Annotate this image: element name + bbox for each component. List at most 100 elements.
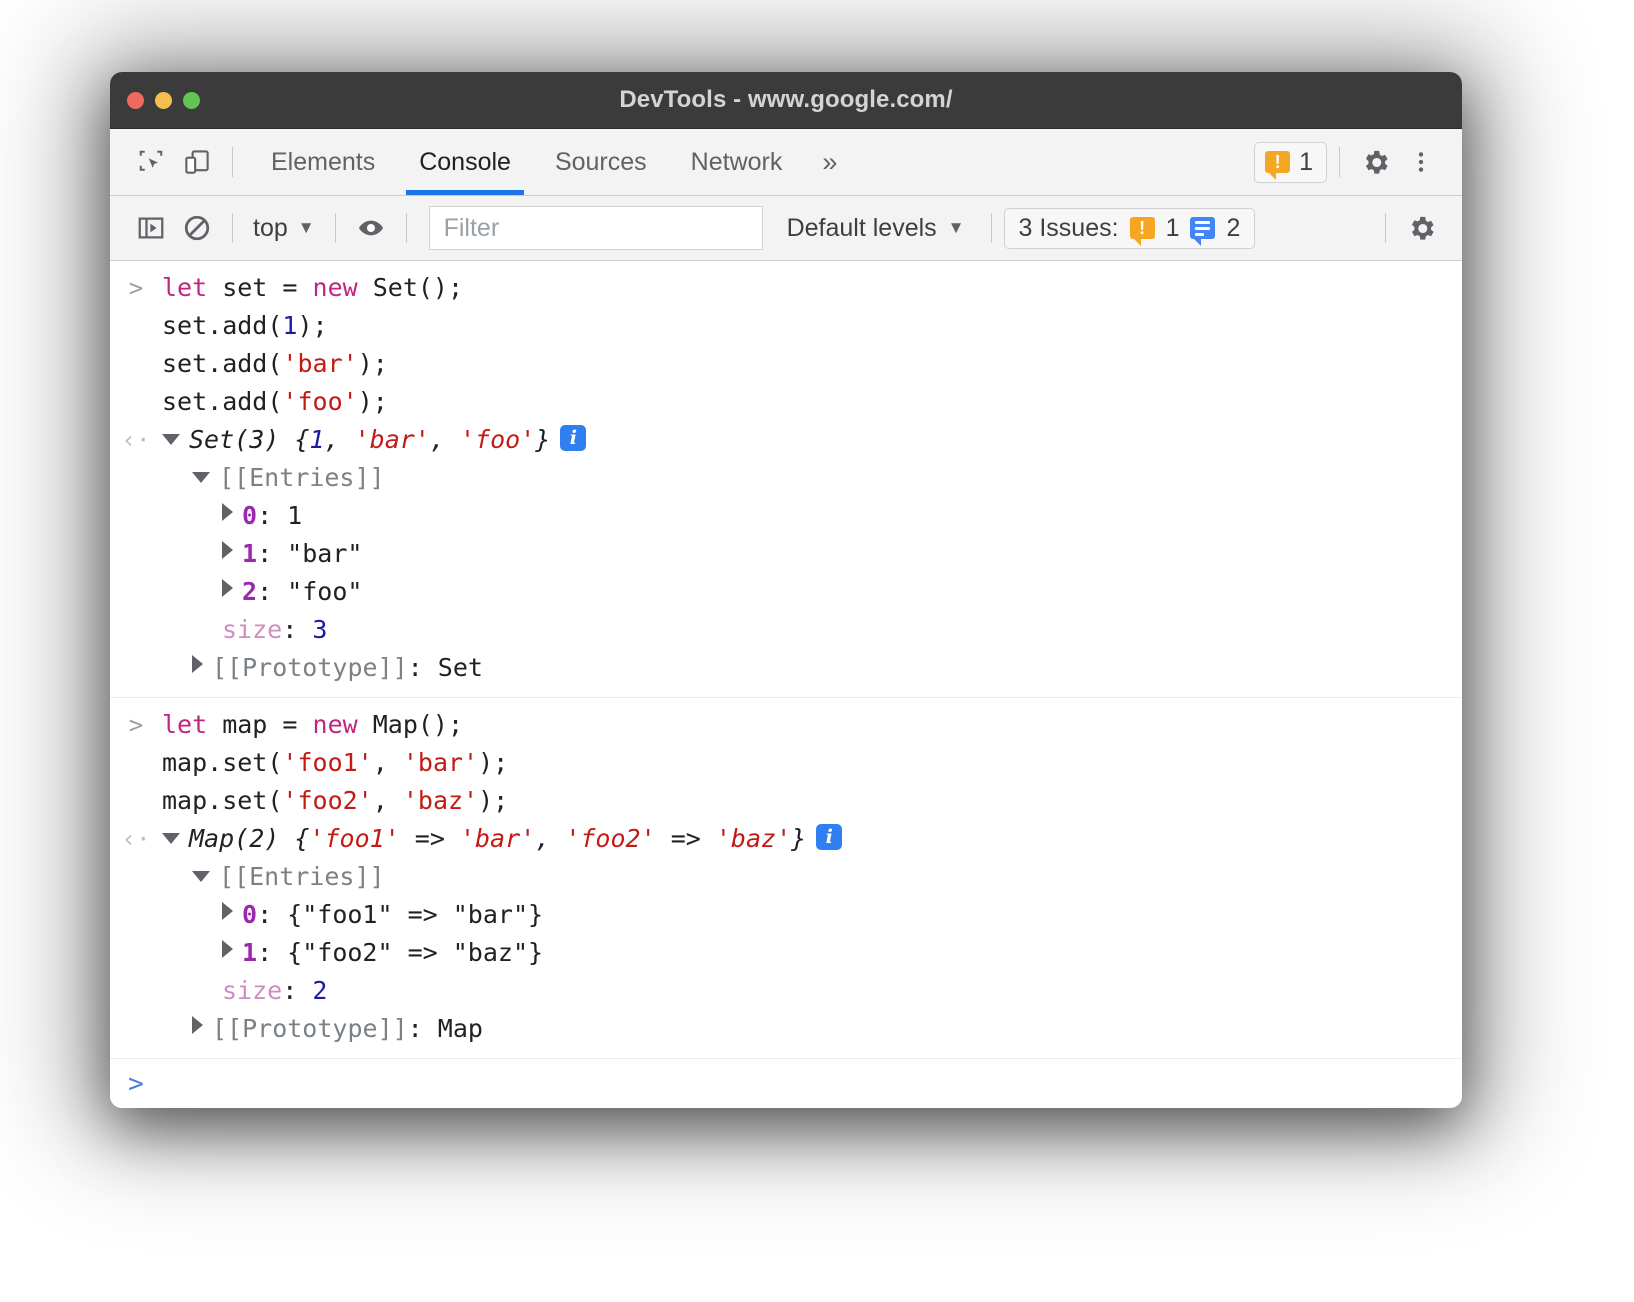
entry-value: 1 <box>287 501 302 530</box>
console-toolbar-divider-2 <box>335 213 336 243</box>
prototype-label: [[Prototype]] <box>212 653 408 682</box>
execution-context-label: top <box>253 214 288 243</box>
entry-key: 1 <box>242 539 257 568</box>
tabbar-divider <box>232 147 233 177</box>
object-entry-row[interactable]: 0: 1 <box>110 497 1462 535</box>
console-toolbar-divider-1 <box>232 213 233 243</box>
expand-triangle-icon[interactable] <box>222 940 233 958</box>
tab-sources[interactable]: Sources <box>533 129 669 195</box>
execution-context-selector[interactable]: top ▼ <box>245 214 323 243</box>
expand-triangle-icon[interactable] <box>192 1016 203 1034</box>
prototype-content: [[Prototype]]: Set <box>162 649 483 687</box>
console-toolbar-right-group <box>1373 205 1444 251</box>
tab-elements-label: Elements <box>271 148 375 177</box>
object-prototype-row[interactable]: [[Prototype]]: Set <box>110 649 1462 687</box>
object-entry-row[interactable]: 1: "bar" <box>110 535 1462 573</box>
output-return-icon: ‹· <box>110 421 162 459</box>
console-toolbar-divider-4 <box>991 213 992 243</box>
tabbar-right-group: ! 1 <box>1254 139 1444 185</box>
window-titlebar: DevTools - www.google.com/ <box>110 72 1462 129</box>
console-toolbar: top ▼ Filter Default levels ▼ 3 Issues: <box>110 196 1462 261</box>
gear-icon[interactable] <box>1352 139 1398 185</box>
expand-triangle-icon[interactable] <box>222 579 233 597</box>
info-message-icon <box>1190 217 1215 239</box>
issues-label: 3 Issues: <box>1019 214 1119 243</box>
expand-triangle-icon[interactable] <box>222 503 233 521</box>
console-input-code: let map = new Map();map.set('foo1', 'bar… <box>162 706 508 820</box>
panel-tabs: Elements Console Sources Network » <box>249 129 855 195</box>
entry-content: 1: "bar" <box>162 535 362 573</box>
devtools-window: DevTools - www.google.com/ Elements <box>110 72 1462 1108</box>
object-entry-row[interactable]: 2: "foo" <box>110 573 1462 611</box>
tab-elements[interactable]: Elements <box>249 129 397 195</box>
console-input-line[interactable]: > let map = new Map();map.set('foo1', 'b… <box>110 706 1462 820</box>
entry-key: 0 <box>242 501 257 530</box>
show-console-sidebar-icon[interactable] <box>128 205 174 251</box>
size-content: size: 2 <box>162 972 327 1010</box>
more-tabs-label: » <box>822 147 837 178</box>
entry-value: "foo" <box>287 577 362 606</box>
entry-content: 1: {"foo2" => "baz"} <box>162 934 543 972</box>
console-prompt-chevron-icon: > <box>110 1069 162 1099</box>
object-size-row: size: 2 <box>110 972 1462 1010</box>
console-settings-gear-icon[interactable] <box>1398 205 1444 251</box>
filter-placeholder: Filter <box>444 214 500 243</box>
devtools-tabbar: Elements Console Sources Network » <box>110 129 1462 196</box>
object-entry-row[interactable]: 0: {"foo1" => "bar"} <box>110 896 1462 934</box>
console-toolbar-divider-3 <box>406 213 407 243</box>
object-info-badge[interactable]: i <box>816 824 842 850</box>
entries-label: [[Entries]] <box>219 862 385 891</box>
entry-content: 2: "foo" <box>162 573 362 611</box>
prototype-content: [[Prototype]]: Map <box>162 1010 483 1048</box>
issues-badge[interactable]: 3 Issues: ! 1 2 <box>1004 208 1256 249</box>
object-entries-row[interactable]: [[Entries]] <box>110 459 1462 497</box>
console-output-header[interactable]: ‹· Map(2) {'foo1' => 'bar', 'foo2' => 'b… <box>110 820 1462 858</box>
expand-triangle-icon[interactable] <box>162 833 180 844</box>
expand-triangle-icon[interactable] <box>222 541 233 559</box>
kebab-menu-icon[interactable] <box>1398 139 1444 185</box>
inspect-element-icon[interactable] <box>128 139 174 185</box>
object-entries-row[interactable]: [[Entries]] <box>110 858 1462 896</box>
entries-label-wrap: [[Entries]] <box>162 459 385 497</box>
object-prototype-row[interactable]: [[Prototype]]: Map <box>110 1010 1462 1048</box>
prototype-label: [[Prototype]] <box>212 1014 408 1043</box>
console-output-header[interactable]: ‹· Set(3) {1, 'bar', 'foo'}i <box>110 421 1462 459</box>
entry-value: {"foo1" => "bar"} <box>287 900 543 929</box>
entry-value: "bar" <box>287 539 362 568</box>
expand-triangle-icon[interactable] <box>192 655 203 673</box>
issues-warning-count: 1 <box>1166 214 1180 243</box>
more-tabs-chevron-icon[interactable]: » <box>804 129 855 195</box>
object-entry-row[interactable]: 1: {"foo2" => "baz"} <box>110 934 1462 972</box>
issues-info-count: 2 <box>1226 214 1240 243</box>
chevron-down-icon: ▼ <box>948 218 965 238</box>
tabbar-right-divider <box>1339 147 1340 177</box>
size-key: size <box>222 976 282 1005</box>
console-input-line[interactable]: > let set = new Set();set.add(1);set.add… <box>110 269 1462 421</box>
object-preview: Map(2) {'foo1' => 'bar', 'foo2' => 'baz'… <box>162 820 842 858</box>
tab-console-label: Console <box>419 148 511 177</box>
device-toolbar-icon[interactable] <box>174 139 220 185</box>
expand-triangle-icon[interactable] <box>192 871 210 882</box>
tab-network[interactable]: Network <box>669 129 805 195</box>
window-controls <box>127 92 200 109</box>
console-prompt-row[interactable]: > <box>110 1059 1462 1099</box>
expand-triangle-icon[interactable] <box>222 902 233 920</box>
live-expressions-eye-icon[interactable] <box>348 205 394 251</box>
maximize-window-button[interactable] <box>183 92 200 109</box>
close-window-button[interactable] <box>127 92 144 109</box>
object-info-badge[interactable]: i <box>560 425 586 451</box>
tab-console[interactable]: Console <box>397 129 533 195</box>
clear-console-icon[interactable] <box>174 205 220 251</box>
log-levels-selector[interactable]: Default levels ▼ <box>773 214 979 243</box>
tab-network-label: Network <box>691 148 783 177</box>
warning-count-badge[interactable]: ! 1 <box>1254 142 1327 183</box>
console-message-list[interactable]: > let set = new Set();set.add(1);set.add… <box>110 261 1462 1108</box>
filter-input[interactable]: Filter <box>429 206 763 250</box>
minimize-window-button[interactable] <box>155 92 172 109</box>
expand-triangle-icon[interactable] <box>162 434 180 445</box>
output-return-icon: ‹· <box>110 820 162 858</box>
log-levels-label: Default levels <box>787 214 937 243</box>
expand-triangle-icon[interactable] <box>192 472 210 483</box>
screenshot-stage: DevTools - www.google.com/ Elements <box>0 0 1634 1302</box>
tab-sources-label: Sources <box>555 148 647 177</box>
